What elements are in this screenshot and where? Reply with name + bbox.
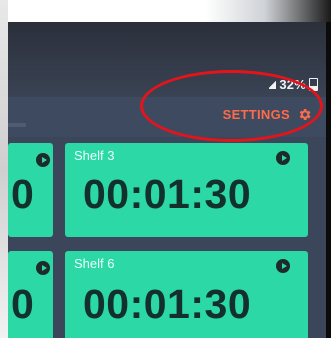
- device-bezel: [0, 0, 8, 338]
- settings-highlight-annotation: [140, 70, 323, 142]
- play-icon[interactable]: [36, 261, 50, 275]
- timer-value: 00:01:30: [83, 171, 252, 217]
- timer-value: 00:01:30: [83, 281, 252, 327]
- shelf-tile[interactable]: 0: [8, 143, 53, 237]
- shelf-tile[interactable]: Shelf 3 00:01:30: [65, 143, 308, 237]
- shelf-tile[interactable]: 0: [8, 251, 53, 338]
- play-icon[interactable]: [276, 151, 290, 165]
- timer-value: 0: [11, 171, 34, 217]
- glare: [0, 0, 331, 22]
- shelf-label: Shelf 6: [74, 256, 115, 271]
- tab-indicator: [8, 123, 26, 127]
- timer-value: 0: [11, 281, 34, 327]
- shelf-tile[interactable]: Shelf 6 00:01:30: [65, 251, 308, 338]
- shelf-label: Shelf 3: [74, 148, 115, 163]
- device-frame: 32% SETTINGS 0 Shelf 3 00:01:30 0 Shelf …: [0, 0, 331, 338]
- shelf-grid: 0 Shelf 3 00:01:30 0 Shelf 6 00:01:30: [8, 143, 326, 338]
- app-screen: 32% SETTINGS 0 Shelf 3 00:01:30 0 Shelf …: [8, 22, 326, 338]
- play-icon[interactable]: [276, 259, 290, 273]
- play-icon[interactable]: [36, 153, 50, 167]
